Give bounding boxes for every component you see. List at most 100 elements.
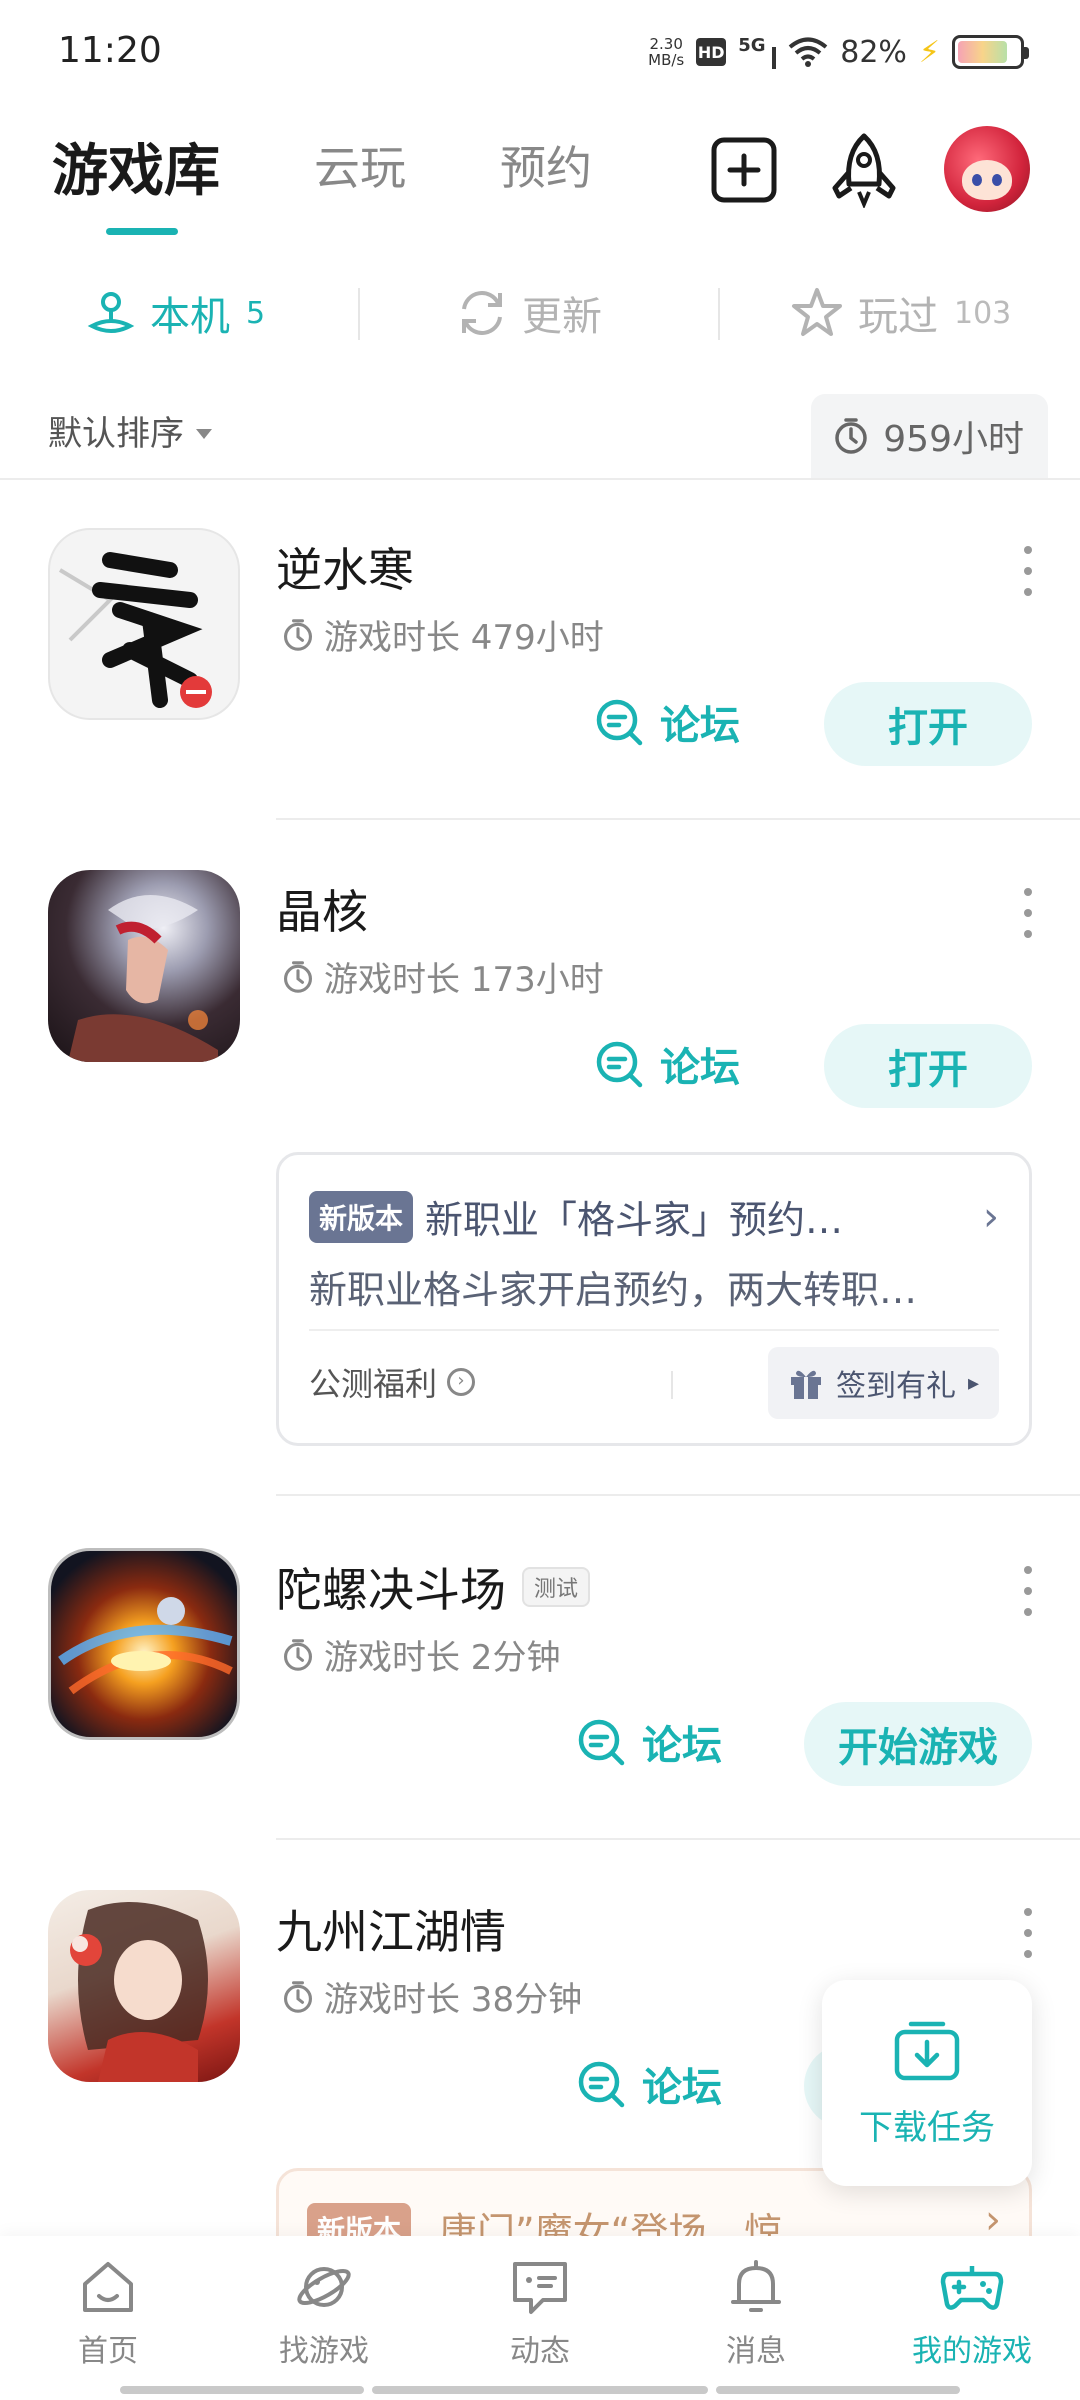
timer-icon: [284, 618, 312, 651]
game-icon-nishuihan[interactable]: [48, 528, 240, 720]
game-playtime: 游戏时长 2分钟: [282, 1630, 560, 1679]
home-icon: [83, 2262, 133, 2312]
more-options-button[interactable]: [1016, 1566, 1040, 1616]
divider: [718, 288, 720, 340]
subtab-update-label: 更新: [522, 294, 602, 340]
divider: [276, 1838, 1080, 1840]
nav-messages[interactable]: 消息: [666, 2256, 846, 2370]
divider: [671, 1371, 673, 1399]
status-time: 11:20: [58, 30, 162, 71]
game-playtime: 游戏时长 38分钟: [282, 1972, 582, 2021]
open-game-button[interactable]: 打开: [824, 682, 1032, 766]
status-bar: 11:20 2.30 MB/s HD 5G 82% ⚡: [0, 0, 1080, 100]
sort-bar: 默认排序 959小时: [0, 392, 1080, 478]
sign-in-reward-button[interactable]: 签到有礼 ▸: [767, 1347, 999, 1419]
subtab-local-count: 5: [246, 295, 266, 331]
signal-5g-icon: 5G: [738, 35, 777, 69]
forum-button[interactable]: 论坛: [576, 2044, 722, 2124]
forum-icon: [596, 699, 643, 746]
update-card-header: 新版本 新职业「格斗家」预约… ›: [309, 1189, 999, 1244]
game-playtime: 游戏时长 173小时: [282, 952, 604, 1001]
more-options-button[interactable]: [1016, 1908, 1040, 1958]
rocket-icon: [832, 133, 896, 208]
forum-icon: [596, 1041, 643, 1088]
open-game-button[interactable]: 打开: [824, 1024, 1032, 1108]
avatar[interactable]: [944, 126, 1030, 212]
update-desc: 新职业格斗家开启预约，两大转职…: [309, 1268, 918, 1312]
download-task-label: 下载任务: [859, 2107, 995, 2148]
star-icon: [792, 288, 842, 336]
chevron-right-icon: ›: [983, 1193, 999, 1240]
network-speed-unit: MB/s: [648, 51, 685, 69]
network-speed: 2.30 MB/s: [648, 36, 684, 68]
nav-home[interactable]: 首页: [18, 2256, 198, 2370]
sort-label: 默认排序: [48, 414, 184, 454]
bottom-nav: 首页 找游戏 动态 消息 我的游戏: [0, 2236, 1080, 2400]
game-title: 逆水寒: [276, 543, 414, 597]
network-speed-value: 2.30: [649, 35, 683, 53]
start-game-button[interactable]: 开始游戏: [804, 1702, 1032, 1786]
total-hours: 959小时: [883, 419, 1024, 460]
gesture-bar: [716, 2386, 960, 2394]
game-playtime: 游戏时长 479小时: [282, 610, 604, 659]
timer-icon: [835, 418, 868, 454]
joystick-icon: [87, 292, 135, 333]
speedup-button[interactable]: [824, 130, 904, 210]
caret-down-icon: [196, 428, 212, 439]
bell-icon: [731, 2260, 781, 2312]
subtab-played-label: 玩过: [858, 294, 938, 340]
timer-icon: [284, 1638, 312, 1671]
game-icon-jinghe[interactable]: [48, 870, 240, 1062]
tab-reservation[interactable]: 预约: [500, 132, 592, 198]
hd-icon: HD: [696, 38, 727, 66]
divider: [309, 1329, 999, 1331]
welfare-link[interactable]: 公测福利 ›: [309, 1359, 476, 1405]
game-title: 陀螺决斗场 测试: [276, 1554, 591, 1620]
gesture-bar: [372, 2386, 708, 2394]
battery-percent: 82%: [840, 34, 907, 70]
game-title: 晶核: [276, 885, 368, 939]
forum-button[interactable]: 论坛: [594, 682, 740, 762]
chevron-circle-icon: ›: [447, 1368, 476, 1396]
total-hours-chip: 959小时: [811, 394, 1048, 478]
timer-icon: [284, 1980, 312, 2013]
game-title: 九州江湖情: [276, 1905, 506, 1959]
tab-game-library[interactable]: 游戏库: [52, 126, 220, 207]
subtab-played-count: 103: [954, 295, 1012, 331]
nav-find-games[interactable]: 找游戏: [234, 2256, 414, 2370]
subtab-local[interactable]: 本机 5: [86, 284, 265, 342]
subtab-update[interactable]: 更新: [456, 284, 602, 342]
more-options-button[interactable]: [1016, 888, 1040, 938]
divider: [276, 1494, 1080, 1496]
gamepad-icon: [940, 2266, 1004, 2310]
battery-icon: [952, 35, 1029, 69]
planet-icon: [297, 2267, 351, 2307]
forum-icon: [578, 2061, 625, 2108]
tab-cloud-play[interactable]: 云玩: [314, 132, 406, 198]
game-icon-jiuzhou[interactable]: [48, 1890, 240, 2082]
subtab-local-label: 本机: [150, 294, 230, 340]
chat-icon: [513, 2262, 567, 2314]
header: 游戏库 云玩 预约: [0, 110, 1080, 250]
add-game-button[interactable]: [704, 130, 784, 210]
download-task-button[interactable]: 下载任务: [822, 1980, 1032, 2186]
forum-icon: [578, 1719, 625, 1766]
tab-indicator: [106, 228, 178, 235]
wifi-icon: [788, 37, 828, 67]
charging-icon: ⚡: [918, 34, 940, 70]
sub-tabs: 本机 5 更新 玩过 103: [0, 270, 1080, 360]
refresh-icon: [462, 291, 502, 335]
nav-my-games[interactable]: 我的游戏: [882, 2256, 1062, 2370]
update-card[interactable]: 新版本 新职业「格斗家」预约… › 新职业格斗家开启预约，两大转职… 公测福利 …: [276, 1152, 1032, 1446]
game-icon-beyblade[interactable]: [48, 1548, 240, 1740]
sort-dropdown[interactable]: 默认排序: [48, 406, 212, 455]
forum-button[interactable]: 论坛: [576, 1702, 722, 1782]
subtab-played[interactable]: 玩过 103: [790, 284, 1011, 342]
divider: [276, 818, 1080, 820]
test-tag: 测试: [522, 1567, 591, 1607]
more-options-button[interactable]: [1016, 546, 1040, 596]
forum-button[interactable]: 论坛: [594, 1024, 740, 1104]
timer-icon: [284, 960, 312, 993]
new-version-badge: 新版本: [309, 1190, 414, 1243]
nav-feed[interactable]: 动态: [450, 2256, 630, 2370]
